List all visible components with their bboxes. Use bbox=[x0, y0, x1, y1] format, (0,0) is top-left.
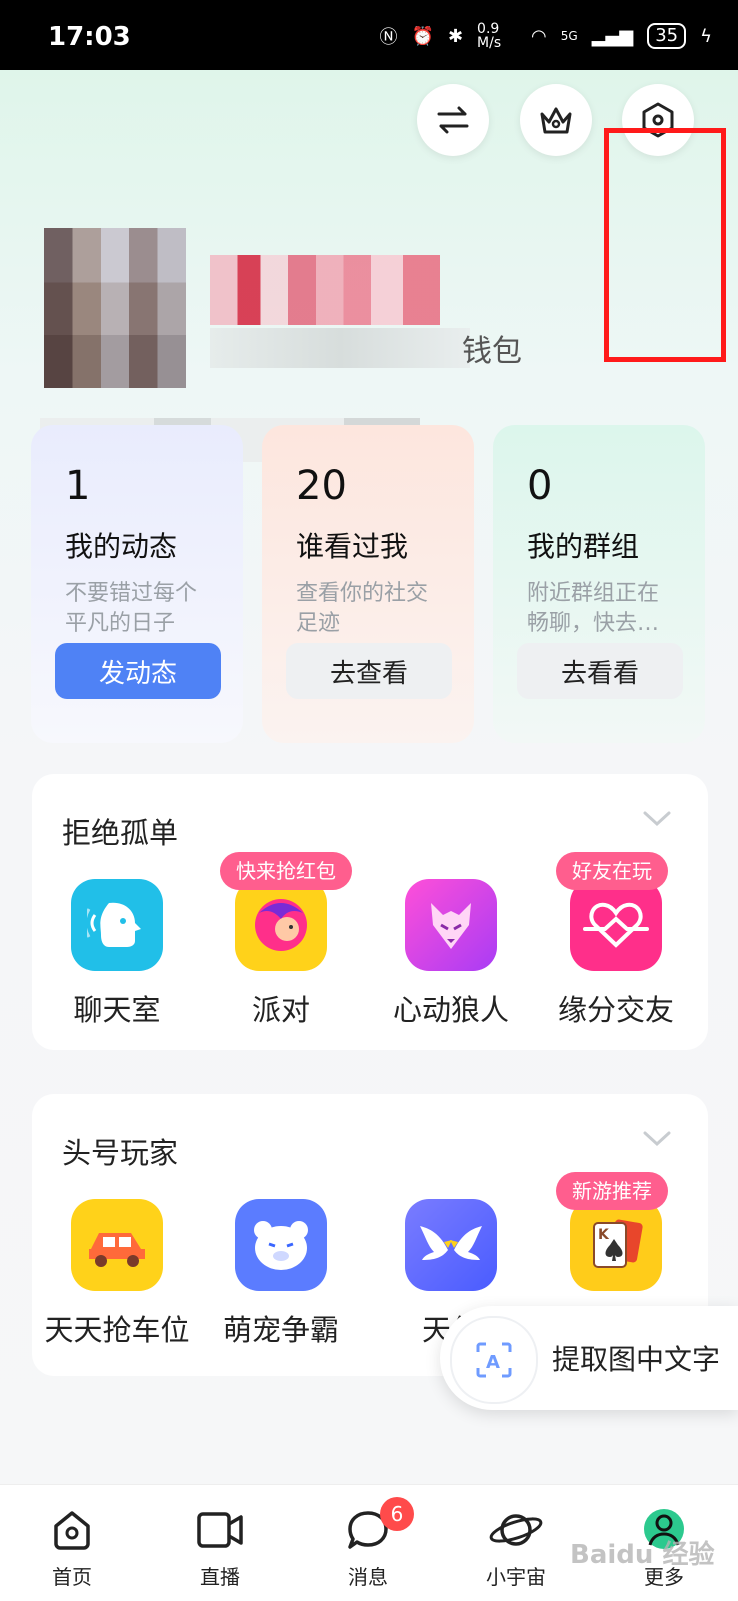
app-label: 派对 bbox=[251, 993, 310, 1027]
swap-icon bbox=[437, 106, 469, 134]
status-bar: 17:03 Ⓝ ⏰ ✱ 0.9 M/s ◠ 5G ▂▄▆ 35 ϟ bbox=[0, 0, 738, 70]
crown-icon bbox=[540, 107, 572, 134]
social-section-card: 拒绝孤单 聊天室 派对 快来抢红包 心动狼人 缘分交友 好友在玩 bbox=[32, 774, 708, 1050]
planet-icon bbox=[456, 1505, 576, 1555]
view-visitors-button[interactable]: 去查看 bbox=[286, 643, 452, 699]
app-label: 天天抢车位 bbox=[44, 1313, 190, 1347]
app-card-game[interactable]: K bbox=[531, 1199, 701, 1307]
signal-label: 5G bbox=[560, 29, 578, 43]
extract-text-label: 提取图中文字 bbox=[552, 1343, 721, 1376]
username-blurred bbox=[210, 255, 440, 325]
app-pet-battle[interactable]: 萌宠争霸 bbox=[196, 1199, 366, 1349]
nfc-icon: Ⓝ bbox=[379, 27, 398, 48]
tab-label: 消息 bbox=[348, 1565, 388, 1589]
chevron-down-icon[interactable] bbox=[642, 810, 672, 828]
stat-title: 我的动态 bbox=[65, 530, 178, 563]
my-posts-card[interactable]: 1 我的动态 不要错过每个平凡的日子 发动态 bbox=[31, 425, 243, 743]
app-label: 聊天室 bbox=[73, 993, 161, 1027]
switch-account-button[interactable] bbox=[417, 84, 489, 156]
stat-desc: 查看你的社交足迹 bbox=[296, 581, 429, 636]
chatroom-icon bbox=[71, 879, 163, 971]
app-party[interactable]: 派对 bbox=[196, 879, 366, 1029]
new-game-tag: 新游推荐 bbox=[556, 1172, 668, 1210]
tab-label: 直播 bbox=[200, 1565, 240, 1589]
werewolf-icon bbox=[405, 879, 497, 971]
wallet-info-blurred bbox=[210, 328, 470, 368]
heart-link-icon bbox=[570, 879, 662, 971]
app-matchmaking[interactable]: 缘分交友 bbox=[531, 879, 701, 1029]
status-time: 17:03 bbox=[48, 22, 131, 52]
app-parking[interactable]: 天天抢车位 bbox=[32, 1199, 202, 1349]
tab-label: 小宇宙 bbox=[486, 1565, 546, 1589]
svg-text:A: A bbox=[486, 1352, 500, 1373]
section-title: 头号玩家 bbox=[62, 1136, 179, 1170]
post-button[interactable]: 发动态 bbox=[55, 643, 221, 699]
tab-live[interactable]: 直播 bbox=[160, 1505, 280, 1590]
party-icon bbox=[235, 879, 327, 971]
bluetooth-icon: ✱ bbox=[447, 25, 464, 47]
red-packet-tag: 快来抢红包 bbox=[220, 852, 352, 890]
my-groups-card[interactable]: 0 我的群组 附近群组正在畅聊，快去… 去看看 bbox=[493, 425, 705, 743]
status-icons: Ⓝ ⏰ ✱ 0.9 M/s ◠ 5G ▂▄▆ 35 ϟ bbox=[380, 22, 712, 50]
app-label: 缘分交友 bbox=[557, 993, 674, 1027]
app-chatroom[interactable]: 聊天室 bbox=[32, 879, 202, 1029]
home-icon bbox=[12, 1505, 132, 1555]
bear-icon bbox=[235, 1199, 327, 1291]
svg-text:K: K bbox=[598, 1227, 610, 1243]
charging-icon: ϟ bbox=[700, 25, 712, 47]
tab-messages[interactable]: 6 消息 bbox=[308, 1497, 428, 1590]
text-recognition-icon: A bbox=[450, 1316, 538, 1404]
app-label: 萌宠争霸 bbox=[222, 1313, 339, 1347]
avatar[interactable] bbox=[44, 228, 186, 388]
stat-desc: 不要错过每个平凡的日子 bbox=[65, 581, 198, 636]
battery-level: 35 bbox=[647, 23, 687, 49]
visitors-card[interactable]: 20 谁看过我 查看你的社交足迹 去查看 bbox=[262, 425, 474, 743]
stat-count: 1 bbox=[65, 463, 91, 509]
friends-playing-tag: 好友在玩 bbox=[556, 852, 668, 890]
chevron-down-icon[interactable] bbox=[642, 1130, 672, 1148]
extract-text-button[interactable]: A 提取图中文字 bbox=[440, 1306, 738, 1410]
stat-desc: 附近群组正在畅聊，快去… bbox=[527, 581, 660, 636]
app-werewolf[interactable]: 心动狼人 bbox=[366, 879, 536, 1029]
app-label: 心动狼人 bbox=[392, 993, 509, 1027]
car-icon bbox=[71, 1199, 163, 1291]
alarm-icon: ⏰ bbox=[411, 25, 434, 47]
stat-count: 0 bbox=[527, 463, 553, 509]
stat-count: 20 bbox=[296, 463, 347, 509]
video-icon bbox=[160, 1505, 280, 1555]
card-game-icon: K bbox=[570, 1199, 662, 1291]
vip-button[interactable] bbox=[520, 84, 592, 156]
wings-icon bbox=[405, 1199, 497, 1291]
settings-highlight-box bbox=[604, 128, 726, 362]
watermark: Baidu 经验 bbox=[570, 1540, 715, 1570]
tab-universe[interactable]: 小宇宙 bbox=[456, 1505, 576, 1590]
signal-icon: ▂▄▆ bbox=[591, 25, 634, 47]
network-speed: 0.9 M/s bbox=[477, 21, 502, 51]
stat-title: 我的群组 bbox=[527, 530, 640, 563]
section-title: 拒绝孤单 bbox=[62, 816, 179, 850]
view-groups-button[interactable]: 去看看 bbox=[517, 643, 683, 699]
profile-screen: 钱包 1 我的动态 不要错过每个平凡的日子 发动态 20 谁看过我 查看你的社交… bbox=[0, 70, 738, 1600]
tab-home[interactable]: 首页 bbox=[12, 1505, 132, 1590]
wifi-icon: ◠ bbox=[531, 25, 547, 47]
unread-badge: 6 bbox=[380, 1497, 414, 1531]
tab-label: 首页 bbox=[52, 1565, 92, 1589]
wallet-link[interactable]: 钱包 bbox=[462, 326, 522, 370]
stat-title: 谁看过我 bbox=[296, 530, 409, 563]
